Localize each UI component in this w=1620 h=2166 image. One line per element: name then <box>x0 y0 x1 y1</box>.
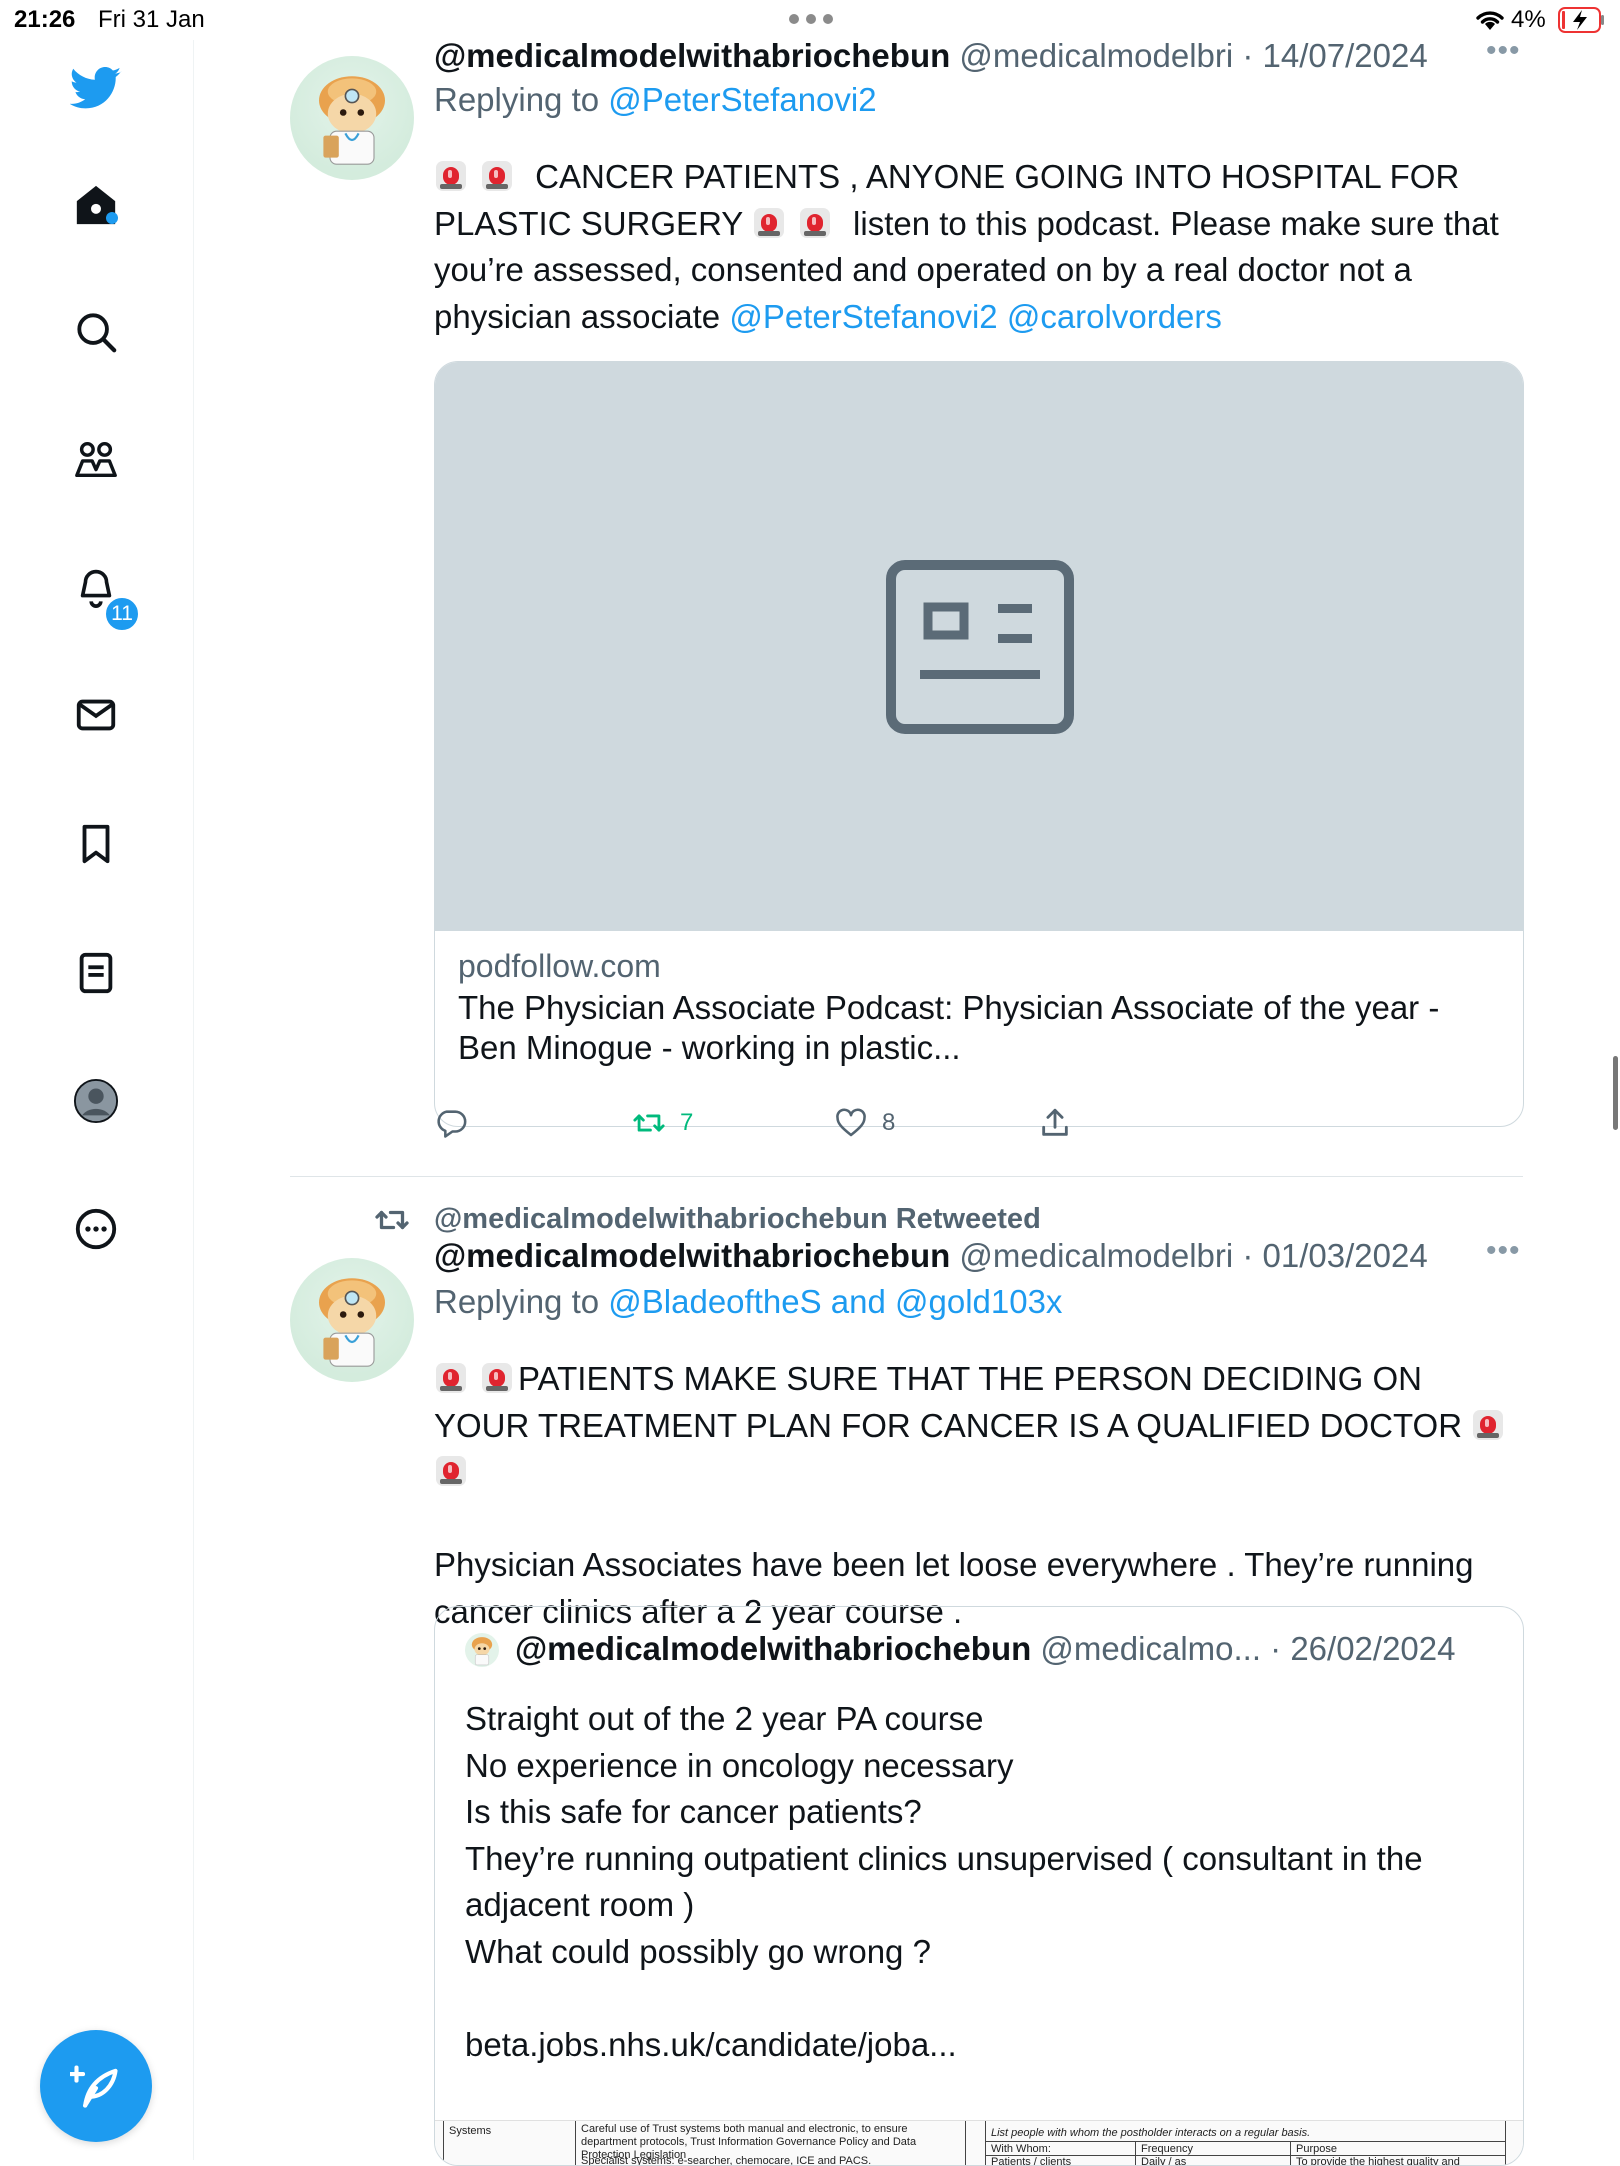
replying-to: Replying to @BladeoftheS and @gold103x <box>434 1283 1063 1320</box>
more-options-icon[interactable]: ••• <box>1486 1234 1521 1268</box>
share-icon <box>1042 1108 1068 1136</box>
display-name[interactable]: @medicalmodelwithabriochebun <box>434 1237 950 1274</box>
twitter-bird-icon[interactable] <box>66 58 126 118</box>
scrollbar-thumb[interactable] <box>1613 1056 1618 1130</box>
battery-percent: 4% <box>1511 6 1546 33</box>
tweet-divider <box>290 1176 1523 1177</box>
mention-link[interactable]: @carolvorders <box>1007 298 1222 335</box>
notifications-badge: 11 <box>104 596 140 632</box>
siren-emoji-icon <box>482 161 512 191</box>
multitasking-dots[interactable] <box>789 14 833 24</box>
status-time: 21:26 <box>14 6 76 33</box>
communities-icon[interactable] <box>66 430 126 490</box>
tweet-text: PATIENTS MAKE SURE THAT THE PERSON DECID… <box>434 1356 1524 1635</box>
home-icon[interactable] <box>66 175 126 235</box>
compose-tweet-button[interactable] <box>40 2030 152 2142</box>
home-unread-dot <box>106 212 118 224</box>
mention-link[interactable]: @gold103x <box>895 1283 1062 1320</box>
avatar[interactable] <box>290 1258 414 1382</box>
quoted-avatar <box>465 1633 499 1667</box>
quoted-text: Straight out of the 2 year PA course No … <box>465 1700 1423 2063</box>
siren-emoji-icon <box>753 207 784 238</box>
mention-link[interactable]: @BladeoftheS <box>608 1283 821 1320</box>
reply-button[interactable] <box>434 1106 468 1140</box>
quoted-display-name: @medicalmodelwithabriochebun <box>515 1630 1032 1667</box>
search-icon[interactable] <box>66 302 126 362</box>
sidebar-nav: 11 <box>0 40 194 2160</box>
tweet-header: @medicalmodelwithabriochebun @medicalmod… <box>434 36 1428 76</box>
retweet-count: 7 <box>680 1109 694 1136</box>
status-date: Fri 31 Jan <box>98 6 205 33</box>
retweet-icon <box>633 1114 665 1132</box>
mention-link[interactable]: @PeterStefanovi2 <box>608 81 876 118</box>
retweeted-by-label[interactable]: @medicalmodelwithabriochebun Retweeted <box>434 1203 1041 1236</box>
wifi-icon <box>1476 11 1504 30</box>
compose-icon <box>70 2065 118 2108</box>
siren-emoji-icon <box>799 207 830 238</box>
status-bar: 21:26 Fri 31 Jan 4% <box>0 0 1620 40</box>
reply-icon <box>437 1110 467 1138</box>
handle-and-date[interactable]: @medicalmodelbri · 01/03/2024 <box>950 1237 1427 1274</box>
like-button[interactable]: 8 <box>834 1106 895 1140</box>
tweet-text: CANCER PATIENTS , ANYONE GOING INTO HOSP… <box>434 158 1499 335</box>
heart-icon <box>836 1108 866 1137</box>
share-button[interactable] <box>1038 1106 1072 1140</box>
article-placeholder-icon <box>886 559 1074 734</box>
messages-icon[interactable] <box>66 685 126 745</box>
quoted-header: @medicalmodelwithabriochebun @medicalmo.… <box>515 1629 1455 1669</box>
display-name[interactable]: @medicalmodelwithabriochebun <box>434 37 950 74</box>
more-options-icon[interactable]: ••• <box>1486 34 1521 68</box>
avatar[interactable] <box>290 56 414 180</box>
retweet-icon <box>375 1210 409 1230</box>
replying-to: Replying to @PeterStefanovi2 <box>434 81 877 118</box>
link-card[interactable]: podfollow.com The Physician Associate Po… <box>434 361 1524 1127</box>
battery-charging-icon <box>1558 7 1604 33</box>
timeline: @medicalmodelwithabriochebun @medicalmod… <box>194 34 1620 2166</box>
quoted-tweet[interactable]: @medicalmodelwithabriochebun @medicalmo.… <box>434 1606 1524 2166</box>
quoted-image-job-description[interactable]: Systems Careful use of Trust systems bot… <box>435 2120 1523 2165</box>
retweet-button[interactable]: 7 <box>632 1106 693 1140</box>
siren-emoji-icon <box>436 161 466 191</box>
link-card-media <box>435 362 1523 931</box>
siren-emoji-icon <box>436 1456 466 1486</box>
tweet-actions: 7 8 <box>434 1106 1524 1150</box>
link-card-title: The Physician Associate Podcast: Physici… <box>458 989 1440 1066</box>
tweet-header: @medicalmodelwithabriochebun @medicalmod… <box>434 1236 1428 1276</box>
siren-emoji-icon <box>436 1363 466 1393</box>
handle-and-date[interactable]: @medicalmodelbri · 14/07/2024 <box>950 37 1427 74</box>
quoted-handle-and-date: @medicalmo... · 26/02/2024 <box>1031 1630 1456 1667</box>
mention-link[interactable]: @PeterStefanovi2 <box>729 298 997 335</box>
siren-emoji-icon <box>482 1363 512 1393</box>
link-card-domain: podfollow.com <box>458 948 661 984</box>
siren-emoji-icon <box>1473 1409 1504 1440</box>
bookmarks-icon[interactable] <box>66 814 126 874</box>
lists-icon[interactable] <box>66 943 126 1003</box>
profile-icon[interactable] <box>66 1071 126 1131</box>
like-count: 8 <box>882 1109 896 1136</box>
more-icon[interactable] <box>66 1199 126 1259</box>
